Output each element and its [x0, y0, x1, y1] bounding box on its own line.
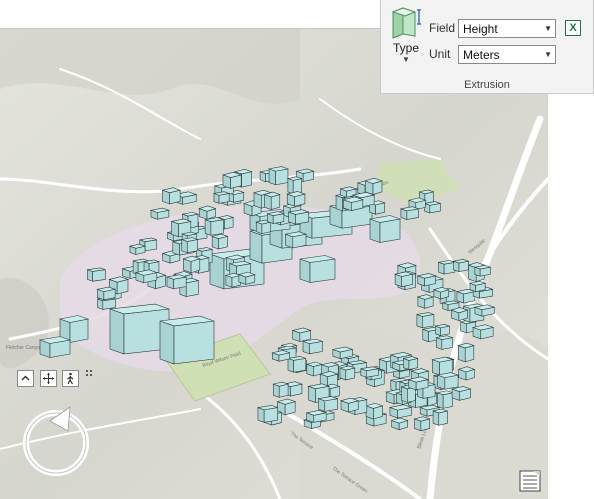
building-wall	[422, 314, 435, 329]
field-label: Field	[429, 21, 456, 35]
building-wall	[293, 358, 307, 373]
building-wall	[299, 258, 311, 283]
pan-icon	[43, 373, 54, 384]
building-wall	[210, 219, 224, 236]
extrusion-type-icon	[391, 7, 421, 39]
expression-icon[interactable]: X	[565, 20, 581, 36]
building-wall	[432, 410, 440, 426]
building-wall	[241, 171, 252, 188]
building-wall	[308, 385, 316, 403]
building-wall	[416, 314, 423, 329]
walk-button[interactable]	[62, 370, 79, 387]
field-dropdown[interactable]: Height ▼	[458, 19, 556, 38]
area-label: Fletcher Canyon	[6, 345, 43, 351]
pan-button[interactable]	[40, 370, 57, 387]
building-wall	[335, 195, 344, 212]
building-wall	[379, 218, 401, 243]
building-wall	[186, 239, 198, 254]
building-wall	[268, 168, 276, 186]
building-wall	[185, 280, 199, 297]
building-wall	[249, 230, 263, 264]
building-wall	[109, 308, 125, 355]
building-wall	[275, 168, 289, 186]
building-wall	[369, 218, 381, 243]
unit-label: Unit	[429, 47, 451, 61]
unit-dropdown[interactable]: Meters ▼	[458, 45, 556, 64]
type-label: Type	[392, 41, 419, 55]
type-button[interactable]: Type ▼	[389, 4, 423, 66]
building-wall	[437, 392, 444, 409]
dropdown-arrow-icon: ▼	[544, 50, 552, 59]
building-wall	[442, 392, 453, 409]
walk-icon	[67, 372, 74, 385]
dropdown-arrow-icon: ▼	[544, 24, 552, 33]
building-wall	[159, 320, 175, 365]
building-wall	[401, 386, 408, 403]
extrusion-ribbon: Type ▼ Field Height ▼ X Unit Meters ▼ Ex…	[380, 0, 594, 94]
unit-dropdown-value: Meters	[463, 48, 500, 62]
chevron-up-icon	[21, 375, 30, 381]
compass-icon[interactable]	[20, 405, 92, 477]
building-wall	[181, 239, 188, 254]
building-wall	[287, 357, 294, 373]
basemap-gallery-icon[interactable]	[519, 470, 541, 492]
building-wall	[309, 258, 336, 283]
building-wall	[173, 320, 215, 365]
building-wall	[287, 178, 294, 195]
chevron-up-button[interactable]	[17, 370, 34, 387]
field-dropdown-value: Height	[463, 22, 498, 36]
building-wall	[458, 345, 466, 363]
chevron-down-icon: ▼	[402, 55, 410, 64]
building-wall	[464, 345, 475, 363]
building-wall	[257, 407, 265, 423]
building-wall	[263, 407, 278, 423]
building-wall	[204, 219, 212, 236]
building-wall	[69, 318, 89, 343]
building-wall	[198, 257, 210, 274]
more-options-icon[interactable]	[85, 369, 93, 379]
group-label: Extrusion	[464, 79, 510, 91]
building-wall	[438, 410, 448, 426]
